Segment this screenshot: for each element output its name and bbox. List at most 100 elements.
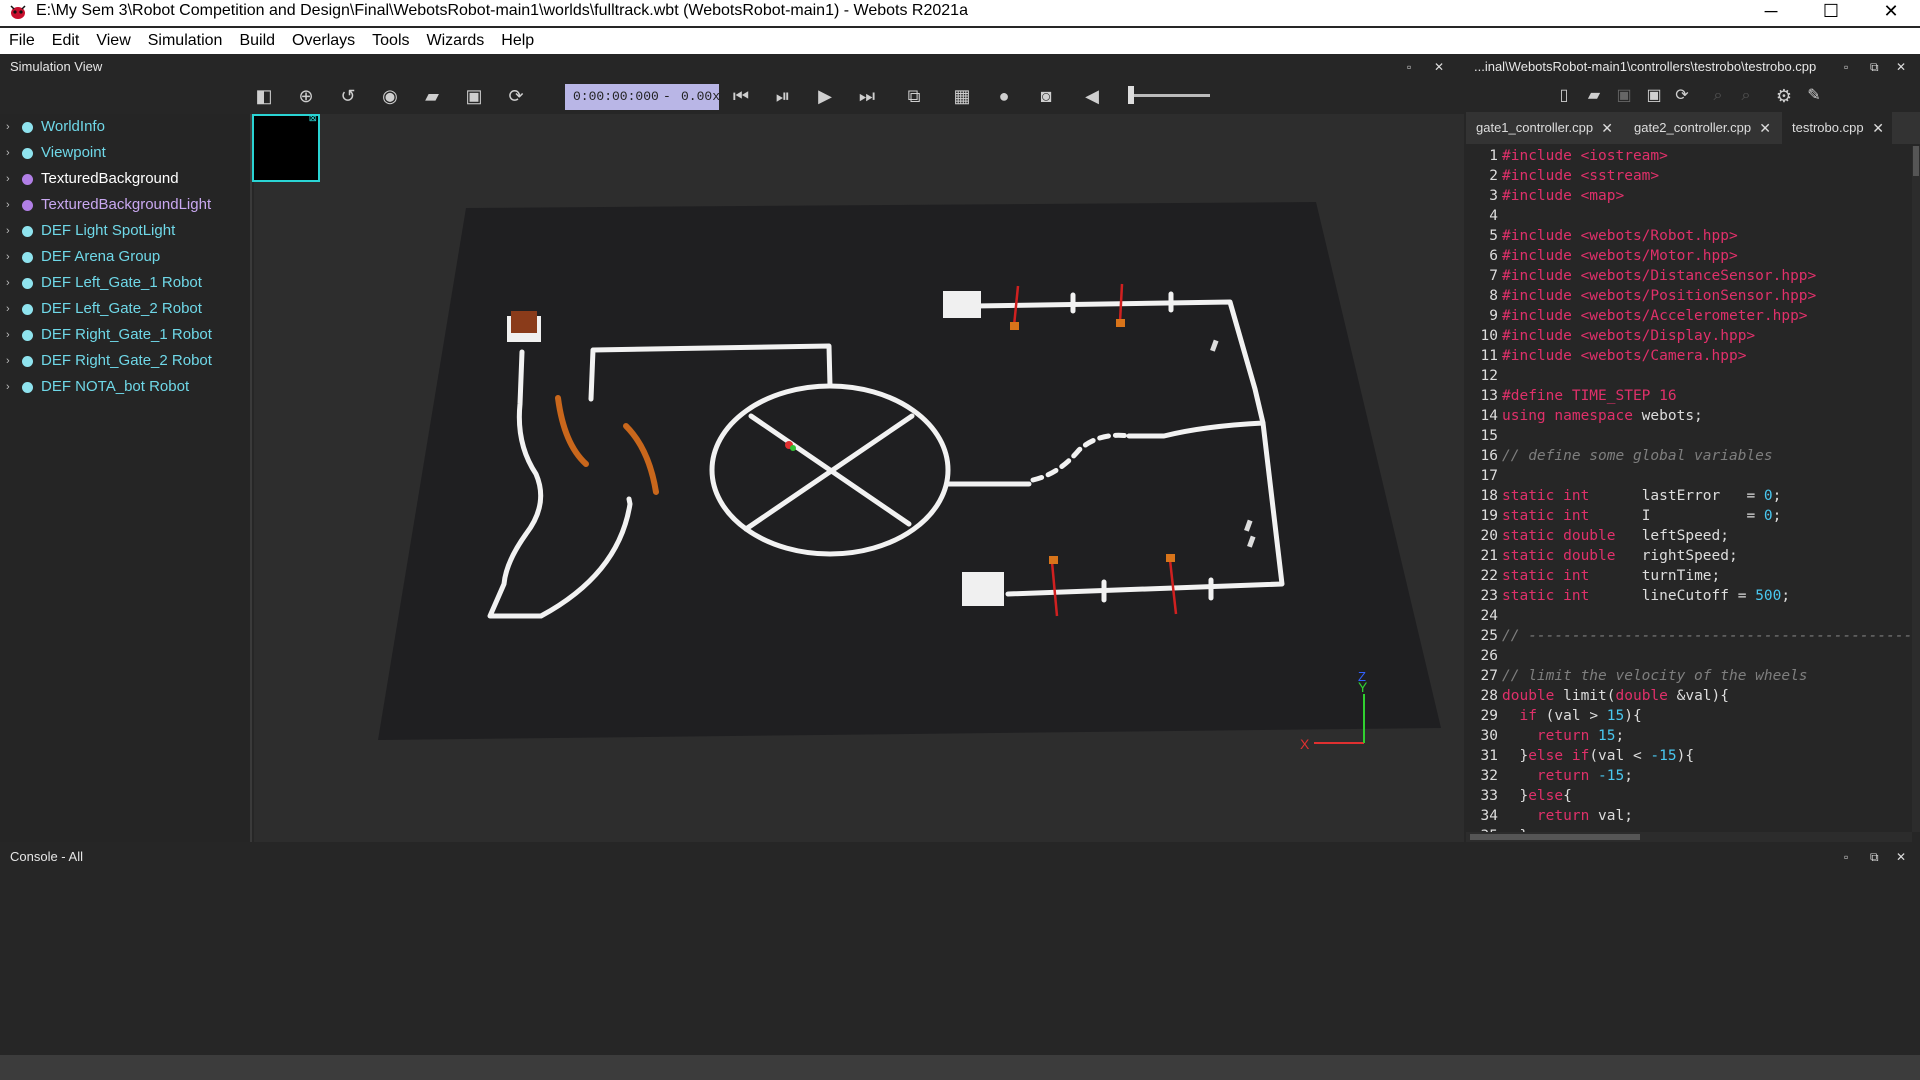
menu-bar: File Edit View Simulation Build Overlays Tools… <box>0 28 1920 54</box>
add-node-icon[interactable]: ⊕ <box>294 84 318 108</box>
code-token: 0 <box>1763 488 1773 504</box>
menu-simulation[interactable]: Simulation <box>139 28 231 50</box>
volume-slider[interactable] <box>1128 86 1210 104</box>
reload-world-icon[interactable]: ⟳ <box>504 84 528 108</box>
find-icon[interactable]: ⌕ <box>1706 84 1730 108</box>
chevron-right-icon[interactable]: › <box>6 322 10 348</box>
chevron-right-icon[interactable]: › <box>6 374 10 400</box>
console-float-icon[interactable]: ⧉ <box>1870 844 1879 870</box>
chevron-right-icon[interactable]: › <box>6 192 10 218</box>
horizontal-scrollbar[interactable] <box>1466 832 1912 842</box>
reset-simulation-icon[interactable]: ⏮ <box>729 84 753 108</box>
record-icon[interactable]: ● <box>992 84 1016 108</box>
open-file-icon[interactable]: ▰ <box>1582 84 1606 108</box>
scrollbar-thumb[interactable] <box>1470 834 1640 840</box>
3d-viewport[interactable]: X Y Z ⊠ <box>252 113 1464 842</box>
eye-icon[interactable]: ◉ <box>378 84 402 108</box>
save-file-icon[interactable]: ▣ <box>1612 84 1636 108</box>
line-number: 31 <box>1480 748 1498 764</box>
tab-gate1-controller[interactable]: gate1_controller.cpp ✕ <box>1466 112 1621 144</box>
float-panel-button[interactable]: ▫ <box>1407 54 1411 80</box>
menu-view[interactable]: View <box>87 28 138 50</box>
console-output[interactable] <box>0 870 1920 1055</box>
tab-testrobo[interactable]: testrobo.cpp ✕ <box>1782 112 1892 144</box>
open-world-icon[interactable]: ▰ <box>420 84 444 108</box>
menu-file[interactable]: File <box>0 28 43 50</box>
nota-bot-robot[interactable] <box>511 311 537 333</box>
hide-scene-tree-icon[interactable]: ◧ <box>252 84 276 108</box>
tree-item-viewpoint[interactable]: › Viewpoint <box>0 140 250 166</box>
console-minimize-icon[interactable]: ▫ <box>1844 844 1848 870</box>
tree-item-label: DEF NOTA_bot Robot <box>41 378 190 395</box>
chevron-right-icon[interactable]: › <box>6 270 10 296</box>
tree-item-label: DEF Right_Gate_2 Robot <box>41 352 212 369</box>
chevron-right-icon[interactable]: › <box>6 296 10 322</box>
menu-wizards[interactable]: Wizards <box>418 28 493 50</box>
menu-build[interactable]: Build <box>230 28 283 50</box>
mute-icon[interactable]: ◀ <box>1080 84 1104 108</box>
tree-item-left-gate-1[interactable]: › DEF Left_Gate_1 Robot <box>0 270 250 296</box>
tab-close-icon[interactable]: ✕ <box>1601 112 1613 144</box>
maximize-button[interactable]: ☐ <box>1806 0 1856 24</box>
code-token: I = <box>1589 508 1764 524</box>
fast-forward-icon[interactable]: ⏭ <box>855 84 879 108</box>
menu-help[interactable]: Help <box>492 28 542 50</box>
chevron-right-icon[interactable]: › <box>6 114 10 140</box>
tree-item-right-gate-1[interactable]: › DEF Right_Gate_1 Robot <box>0 322 250 348</box>
tree-item-worldinfo[interactable]: › WorldInfo <box>0 114 250 140</box>
scrollbar-thumb[interactable] <box>1913 146 1919 176</box>
tree-item-right-gate-2[interactable]: › DEF Right_Gate_2 Robot <box>0 348 250 374</box>
chevron-right-icon[interactable]: › <box>6 166 10 192</box>
code-line: 28 double limit(double &val){ <box>1466 686 1912 706</box>
node-dot-icon <box>22 226 33 237</box>
chevron-right-icon[interactable]: › <box>6 140 10 166</box>
tree-item-light-spotlight[interactable]: › DEF Light SpotLight <box>0 218 250 244</box>
tree-item-texturedbackground[interactable]: › TexturedBackground <box>0 166 250 192</box>
vertical-scrollbar[interactable] <box>1912 146 1920 832</box>
tab-close-icon[interactable]: ✕ <box>1759 112 1771 144</box>
step-icon[interactable]: ⏯ <box>771 84 795 108</box>
camera-icon[interactable]: ◙ <box>1034 84 1058 108</box>
tab-close-icon[interactable]: ✕ <box>1872 112 1884 144</box>
tree-item-texturedbackgroundlight[interactable]: › TexturedBackgroundLight <box>0 192 250 218</box>
new-file-icon[interactable]: ▯ <box>1552 84 1576 108</box>
chevron-right-icon[interactable]: › <box>6 348 10 374</box>
menu-overlays[interactable]: Overlays <box>283 28 363 50</box>
camera-overlay[interactable]: ⊠ <box>252 113 320 182</box>
revert-icon[interactable]: ⟳ <box>1670 84 1694 108</box>
play-icon[interactable]: ▶ <box>813 84 837 108</box>
tree-item-arena-group[interactable]: › DEF Arena Group <box>0 244 250 270</box>
replace-icon[interactable]: ⌕ <box>1734 84 1758 108</box>
save-world-icon[interactable]: ▣ <box>462 84 486 108</box>
console-close-icon[interactable]: ✕ <box>1896 844 1906 870</box>
record-movie-icon[interactable]: ▦ <box>950 84 974 108</box>
tree-item-label: DEF Light SpotLight <box>41 222 176 239</box>
tree-item-nota-bot[interactable]: › DEF NOTA_bot Robot <box>0 374 250 400</box>
clean-icon[interactable]: ✎ <box>1802 84 1826 108</box>
node-dot-icon <box>22 356 33 367</box>
z-axis-label: Z <box>1358 669 1366 684</box>
tree-item-label: DEF Right_Gate_1 Robot <box>41 326 212 343</box>
save-as-icon[interactable]: ▣ <box>1642 84 1666 108</box>
reset-viewpoint-icon[interactable]: ↺ <box>336 84 360 108</box>
close-panel-button[interactable]: ✕ <box>1434 54 1444 80</box>
rendering-icon[interactable]: ⧉ <box>902 84 926 108</box>
gate-base <box>1166 554 1175 562</box>
code-token: ; <box>1772 488 1782 504</box>
tree-item-left-gate-2[interactable]: › DEF Left_Gate_2 Robot <box>0 296 250 322</box>
code-line: 31 }else if(val < -15){ <box>1466 746 1912 766</box>
code-token: static double <box>1502 528 1616 544</box>
menu-edit[interactable]: Edit <box>43 28 88 50</box>
close-window-button[interactable]: ✕ <box>1866 0 1916 24</box>
tab-gate2-controller[interactable]: gate2_controller.cpp ✕ <box>1624 112 1779 144</box>
arena-scene[interactable]: X Y Z <box>254 114 1464 842</box>
minimize-button[interactable]: ─ <box>1746 0 1796 24</box>
volume-slider-handle[interactable] <box>1128 86 1134 104</box>
code-line: 20 static double leftSpeed; <box>1466 526 1912 546</box>
close-overlay-icon[interactable]: ⊠ <box>309 113 317 124</box>
menu-tools[interactable]: Tools <box>363 28 417 50</box>
chevron-right-icon[interactable]: › <box>6 244 10 270</box>
build-gear-icon[interactable]: ⚙ <box>1772 84 1796 108</box>
chevron-right-icon[interactable]: › <box>6 218 10 244</box>
code-area[interactable]: 1 #include <iostream> 2 #include <sstream> 3… <box>1466 146 1912 832</box>
